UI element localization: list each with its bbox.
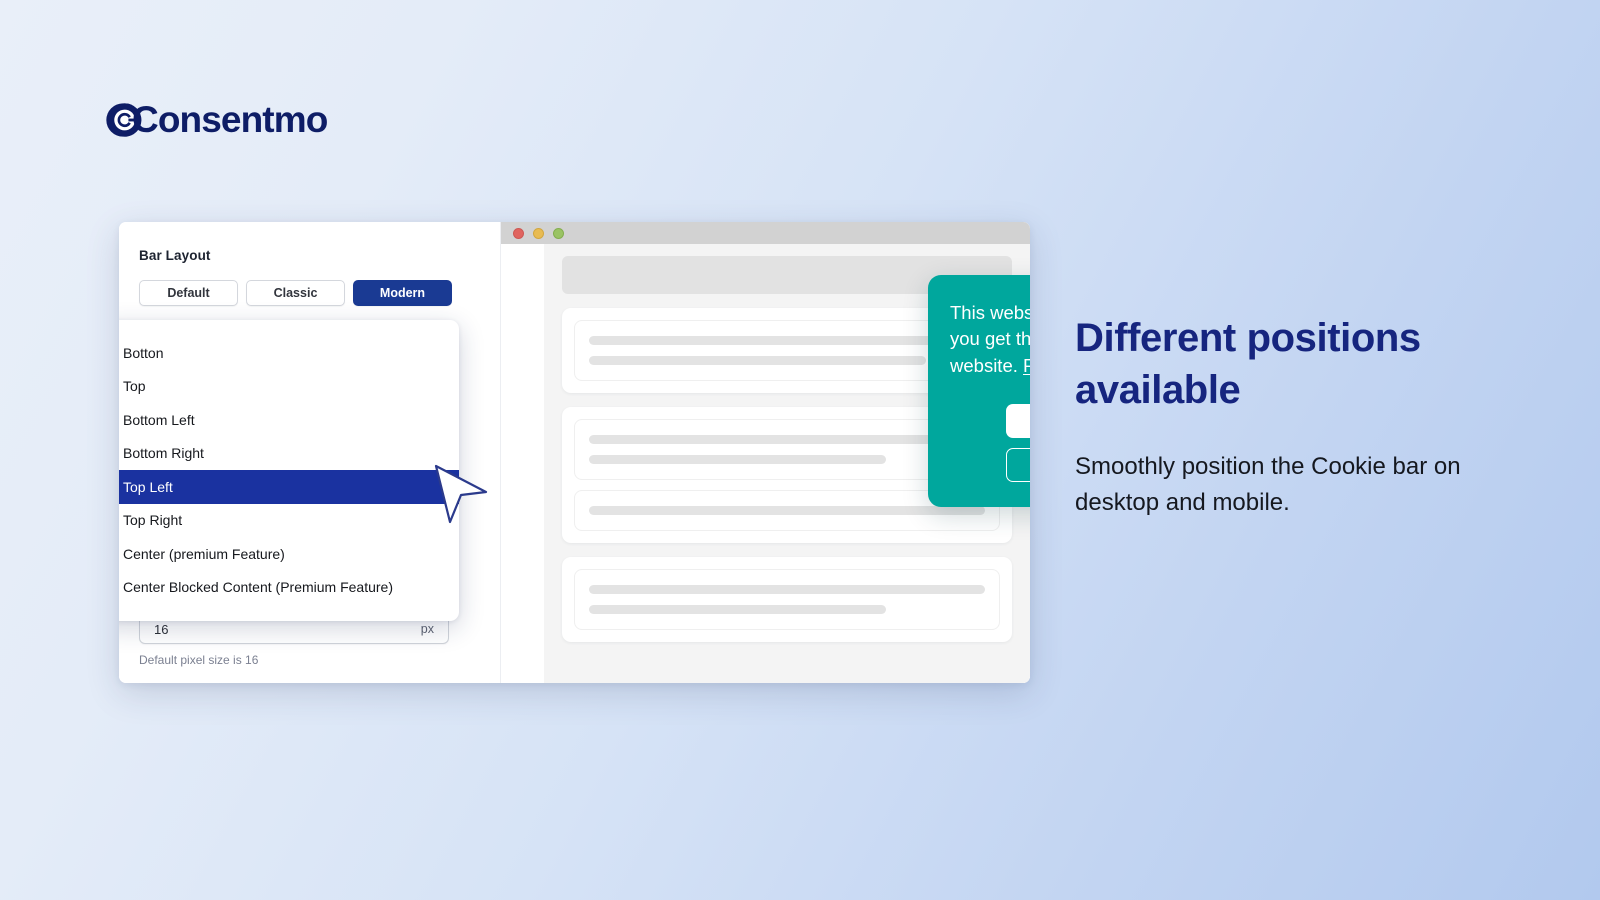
skeleton-bar: [589, 506, 985, 515]
settings-panel: Bar Layout Default Classic Modern 16 px …: [119, 222, 500, 683]
page-title: Different positions available: [1075, 316, 1421, 412]
dropdown-item-bottom-right[interactable]: ✓ Bottom Right: [119, 437, 459, 471]
dropdown-item-label: Botton: [123, 344, 164, 361]
skeleton-bar: [589, 585, 985, 594]
brand-logo: Consentmo: [103, 99, 328, 140]
skeleton-bar: [589, 336, 985, 345]
dropdown-item-label: Center (premium Feature): [123, 545, 285, 562]
skeleton-inner-block: [574, 569, 1000, 630]
accept-button[interactable]: Accept: [1005, 403, 1030, 438]
minimize-icon[interactable]: [533, 227, 544, 239]
layout-option-default[interactable]: Default: [139, 280, 238, 306]
layout-option-classic[interactable]: Classic: [246, 280, 345, 306]
skeleton-bar: [589, 455, 886, 464]
skeleton-bar: [589, 356, 926, 365]
skeleton-bar: [589, 435, 985, 444]
cookie-consent-banner: This website uses cookies to ensure you …: [928, 275, 1030, 507]
bar-layout-title: Bar Layout: [139, 248, 211, 263]
pixel-size-help-text: Default pixel size is 16: [139, 653, 259, 667]
pixel-size-unit: px: [420, 622, 434, 636]
dropdown-item-label: Bottom Left: [123, 411, 195, 428]
pixel-size-field-group: 16 px Default pixel size is 16: [139, 614, 449, 667]
browser-left-gutter: [501, 244, 544, 683]
dropdown-item-botton[interactable]: ✓ Botton: [119, 336, 459, 370]
cookie-message-text: This website uses cookies to ensure you …: [950, 302, 1030, 376]
marketing-copy: Different positions available Smoothly p…: [1075, 312, 1505, 522]
cookie-banner-actions: Accept Preferences: [950, 403, 1030, 482]
dropdown-item-label: Bottom Right: [123, 445, 204, 462]
privacy-policy-link[interactable]: Privacy Policy.: [1023, 355, 1030, 376]
skeleton-card: [562, 557, 1012, 642]
browser-titlebar: [501, 222, 1030, 244]
dropdown-item-center-blocked-content[interactable]: ✓ Center Blocked Content (Premium Featur…: [119, 571, 459, 605]
bar-layout-segmented-control: Default Classic Modern: [139, 280, 500, 306]
browser-preview: This website uses cookies to ensure you …: [500, 222, 1030, 683]
maximize-icon[interactable]: [553, 227, 564, 239]
dropdown-item-label: Top Left: [123, 478, 173, 495]
browser-body: This website uses cookies to ensure you …: [501, 244, 1030, 683]
page-subtext: Smoothly position the Cookie bar on desk…: [1075, 453, 1461, 517]
position-dropdown-menu[interactable]: ✓ Botton ✓ Top ✓ Bottom Left ✓ Bottom Ri…: [119, 320, 459, 621]
dropdown-item-center-premium[interactable]: ✓ Center (premium Feature): [119, 537, 459, 571]
dropdown-item-label: Top: [123, 378, 146, 395]
dropdown-item-bottom-left[interactable]: ✓ Bottom Left: [119, 403, 459, 437]
dropdown-item-top-left[interactable]: ✓ Top Left: [119, 470, 459, 504]
dropdown-item-top[interactable]: ✓ Top: [119, 370, 459, 404]
app-window: Bar Layout Default Classic Modern 16 px …: [119, 222, 1030, 683]
brand-name: Consentmo: [132, 99, 328, 140]
preferences-button[interactable]: Preferences: [1005, 447, 1030, 482]
dropdown-item-top-right[interactable]: ✓ Top Right: [119, 504, 459, 538]
dropdown-item-label: Top Right: [123, 512, 183, 529]
skeleton-bar: [589, 605, 886, 614]
close-icon[interactable]: [513, 227, 524, 239]
dropdown-item-label: Center Blocked Content (Premium Feature): [123, 579, 393, 596]
cookie-banner-message: This website uses cookies to ensure you …: [950, 300, 1030, 379]
pixel-size-value: 16: [154, 621, 169, 637]
layout-option-modern[interactable]: Modern: [353, 280, 452, 306]
